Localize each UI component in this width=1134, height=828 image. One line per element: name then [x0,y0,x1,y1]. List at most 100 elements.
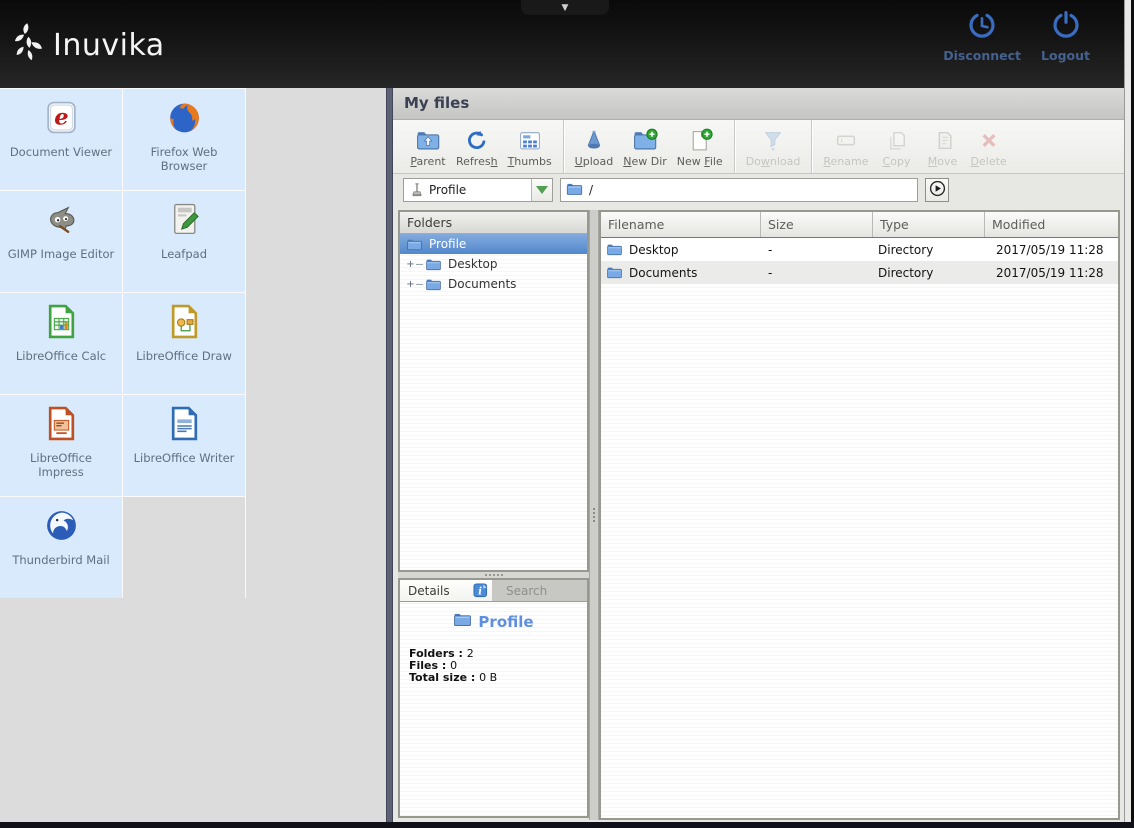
column-header-size[interactable]: Size [761,212,873,237]
expand-plus-icon[interactable]: + [405,259,416,270]
share-selected-value: Profile [429,183,531,197]
app-document-viewer[interactable]: e Document Viewer [0,89,122,190]
brand-logo: Inuvika [14,22,165,68]
details-tabbar: Details i Search [400,580,587,602]
desktop-page: Inuvika ▼ Disconnect Logout eDo [0,0,1124,822]
tab-details[interactable]: Details i [400,580,492,601]
share-select[interactable]: Profile [403,178,553,202]
newdir-icon [632,126,658,153]
app-libreoffice-draw[interactable]: LibreOffice Draw [123,293,245,394]
folder-tree: Profile+Desktop+Documents [400,234,587,294]
type-cell: Directory [873,266,985,280]
app-label: Document Viewer [10,145,112,159]
column-header-type[interactable]: Type [873,212,985,237]
app-libreoffice-calc[interactable]: LibreOffice Calc [0,293,122,394]
button-label: New Dir [623,155,667,168]
disconnect-button[interactable]: Disconnect [943,9,1021,63]
rename-icon [833,126,859,153]
copy-button[interactable]: Copy [874,120,920,173]
button-label: Refresh [456,155,498,168]
app-label: GIMP Image Editor [8,247,115,261]
tab-search-label: Search [506,584,547,598]
bottom-edge [0,822,1134,828]
scrollbar-track [1124,0,1131,822]
app-leafpad[interactable]: Leafpad [123,191,245,292]
button-label: Download [746,155,801,168]
path-input[interactable]: / [560,178,918,202]
file-list-panel: FilenameSizeTypeModified Desktop-Directo… [599,210,1120,820]
tree-item-label: Documents [448,277,516,291]
app-gimp-image-editor[interactable]: GIMP Image Editor [0,191,122,292]
button-label: Parent [410,155,445,168]
drive-icon [410,182,424,198]
file-manager-content: Folders Profile+Desktop+Documents Detail… [393,206,1124,822]
button-label: Thumbs [508,155,552,168]
newfile-icon [687,126,713,153]
evince-icon: e [43,99,80,140]
parent-button[interactable]: Parent [405,120,451,173]
app-label: Thunderbird Mail [12,553,109,567]
download-icon [760,126,786,153]
file-row-documents[interactable]: Documents-Directory2017/05/19 11:28 [601,261,1118,284]
details-stats: Folders : 2Files : 0Total size : 0 B [409,648,587,684]
refresh-button[interactable]: Refresh [451,120,503,173]
stat-total-size: Total size : 0 B [409,672,587,684]
toolbar-group: Parent Refresh Thumbs [399,120,563,173]
folders-panel-title: Folders [400,212,587,234]
app-thunderbird-mail[interactable]: Thunderbird Mail [0,497,122,598]
current-path: / [589,183,593,197]
firefox-icon [166,99,203,140]
vertical-splitter[interactable] [589,210,599,820]
copy-icon [884,126,910,153]
upload-button[interactable]: Upload [570,120,619,173]
rename-button[interactable]: Rename [818,120,873,173]
logout-button[interactable]: Logout [1041,9,1090,63]
button-label: Copy [883,155,911,168]
gimp-icon [43,201,80,242]
folder-icon [606,243,623,256]
new-dir-button[interactable]: New Dir [618,120,672,173]
app-libreoffice-writer[interactable]: LibreOffice Writer [123,395,245,496]
move-button[interactable]: Move [920,120,966,173]
filename-text: Documents [629,266,697,280]
filename-cell: Documents [601,266,761,280]
tree-item-profile[interactable]: Profile [400,234,587,254]
folder-icon [606,266,623,279]
size-cell: - [761,266,873,280]
modified-cell: 2017/05/19 11:28 [985,243,1118,257]
disconnect-label: Disconnect [943,48,1021,63]
topbar-actions: Disconnect Logout [943,9,1090,63]
play-circle-icon [928,179,947,202]
go-button[interactable] [925,178,949,202]
toolbar-group: Download [734,120,812,173]
expand-plus-icon[interactable]: + [405,279,416,290]
svg-text:e: e [54,105,68,131]
share-dropdown-arrow[interactable] [531,179,552,201]
folder-icon [425,278,442,291]
button-label: Move [928,155,958,168]
tab-search[interactable]: Search [492,580,561,601]
brand-name: Inuvika [53,28,165,63]
file-row-desktop[interactable]: Desktop-Directory2017/05/19 11:28 [601,238,1118,261]
app-firefox-web-browser[interactable]: Firefox Web Browser [123,89,245,190]
parent-icon [415,126,441,153]
download-button[interactable]: Download [741,120,806,173]
new-file-button[interactable]: New File [672,120,728,173]
details-folder-name: Profile [478,613,533,631]
column-header-filename[interactable]: Filename [601,212,761,237]
tree-item-desktop[interactable]: +Desktop [400,254,587,274]
column-header-modified[interactable]: Modified [985,212,1118,237]
tree-connector [416,284,423,285]
thumbs-button[interactable]: Thumbs [503,120,557,173]
app-libreoffice-impress[interactable]: LibreOffice Impress [0,395,122,496]
writer-icon [166,405,203,446]
filename-cell: Desktop [601,243,761,257]
application-panel: e Document Viewer Firefox Web Browser GIMP … [0,88,386,822]
upload-icon [581,126,607,153]
logout-label: Logout [1041,48,1090,63]
delete-button[interactable]: Delete [966,120,1012,173]
pull-down-tab[interactable]: ▼ [521,0,609,15]
tree-item-label: Profile [429,237,466,251]
tree-item-documents[interactable]: + Documents [400,274,587,294]
draw-icon [166,303,203,344]
